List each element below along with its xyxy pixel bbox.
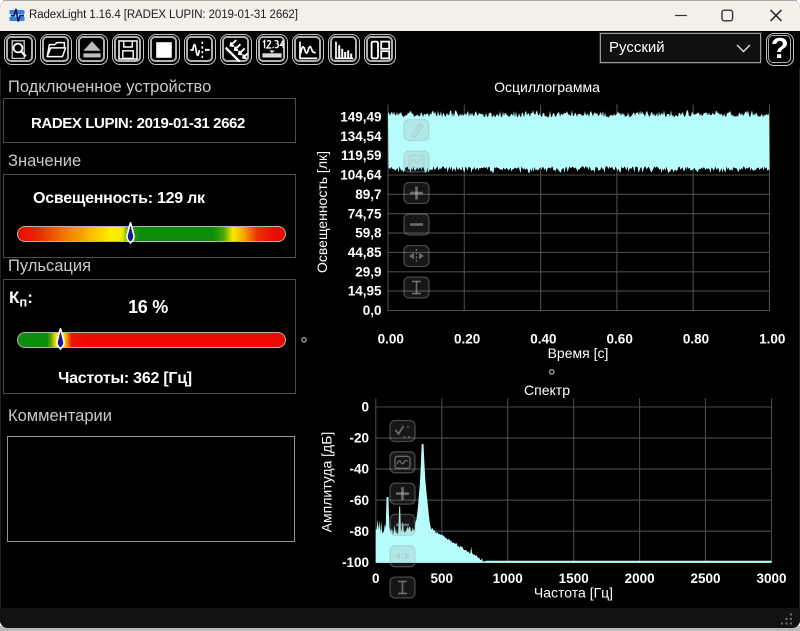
svg-text:-60: -60 bbox=[349, 493, 369, 508]
svg-text:119,59: 119,59 bbox=[341, 148, 382, 163]
svg-text:2000: 2000 bbox=[625, 571, 655, 586]
svg-text:0.80: 0.80 bbox=[683, 331, 709, 346]
svg-text:-80: -80 bbox=[349, 524, 369, 539]
svg-text:-40: -40 bbox=[349, 462, 369, 477]
svg-text:Частота [Гц]: Частота [Гц] bbox=[534, 585, 613, 601]
svg-text:44,85: 44,85 bbox=[348, 245, 382, 260]
svg-text:149,49: 149,49 bbox=[340, 110, 381, 125]
svg-text:104,64: 104,64 bbox=[340, 168, 382, 183]
svg-text:0: 0 bbox=[361, 400, 369, 415]
svg-text:0.20: 0.20 bbox=[454, 331, 480, 346]
svg-text:Осциллограмма: Осциллограмма bbox=[494, 79, 600, 95]
svg-text:0: 0 bbox=[372, 571, 380, 586]
svg-text:1000: 1000 bbox=[493, 571, 523, 586]
svg-text:500: 500 bbox=[431, 571, 454, 586]
svg-text:74,75: 74,75 bbox=[348, 206, 382, 221]
svg-text:2500: 2500 bbox=[690, 571, 720, 586]
svg-text:59,8: 59,8 bbox=[355, 226, 382, 241]
svg-text:134,54: 134,54 bbox=[340, 129, 382, 144]
svg-text:14,95: 14,95 bbox=[348, 284, 382, 299]
svg-text:-20: -20 bbox=[349, 431, 369, 446]
svg-text:0,0: 0,0 bbox=[363, 303, 382, 318]
svg-text:0.60: 0.60 bbox=[607, 331, 633, 346]
svg-text:89,7: 89,7 bbox=[355, 187, 381, 202]
svg-text:Время [с]: Время [с] bbox=[548, 345, 609, 361]
svg-text:3000: 3000 bbox=[756, 571, 786, 586]
svg-text:0.00: 0.00 bbox=[378, 331, 404, 346]
svg-text:-100: -100 bbox=[342, 555, 369, 570]
svg-text:Освещенность [лк]: Освещенность [лк] bbox=[314, 151, 330, 273]
svg-text:29,9: 29,9 bbox=[355, 264, 381, 279]
svg-text:1.00: 1.00 bbox=[759, 331, 785, 346]
svg-text:Амплитуда [дБ]: Амплитуда [дБ] bbox=[319, 432, 335, 533]
svg-text:Спектр: Спектр bbox=[524, 382, 570, 398]
